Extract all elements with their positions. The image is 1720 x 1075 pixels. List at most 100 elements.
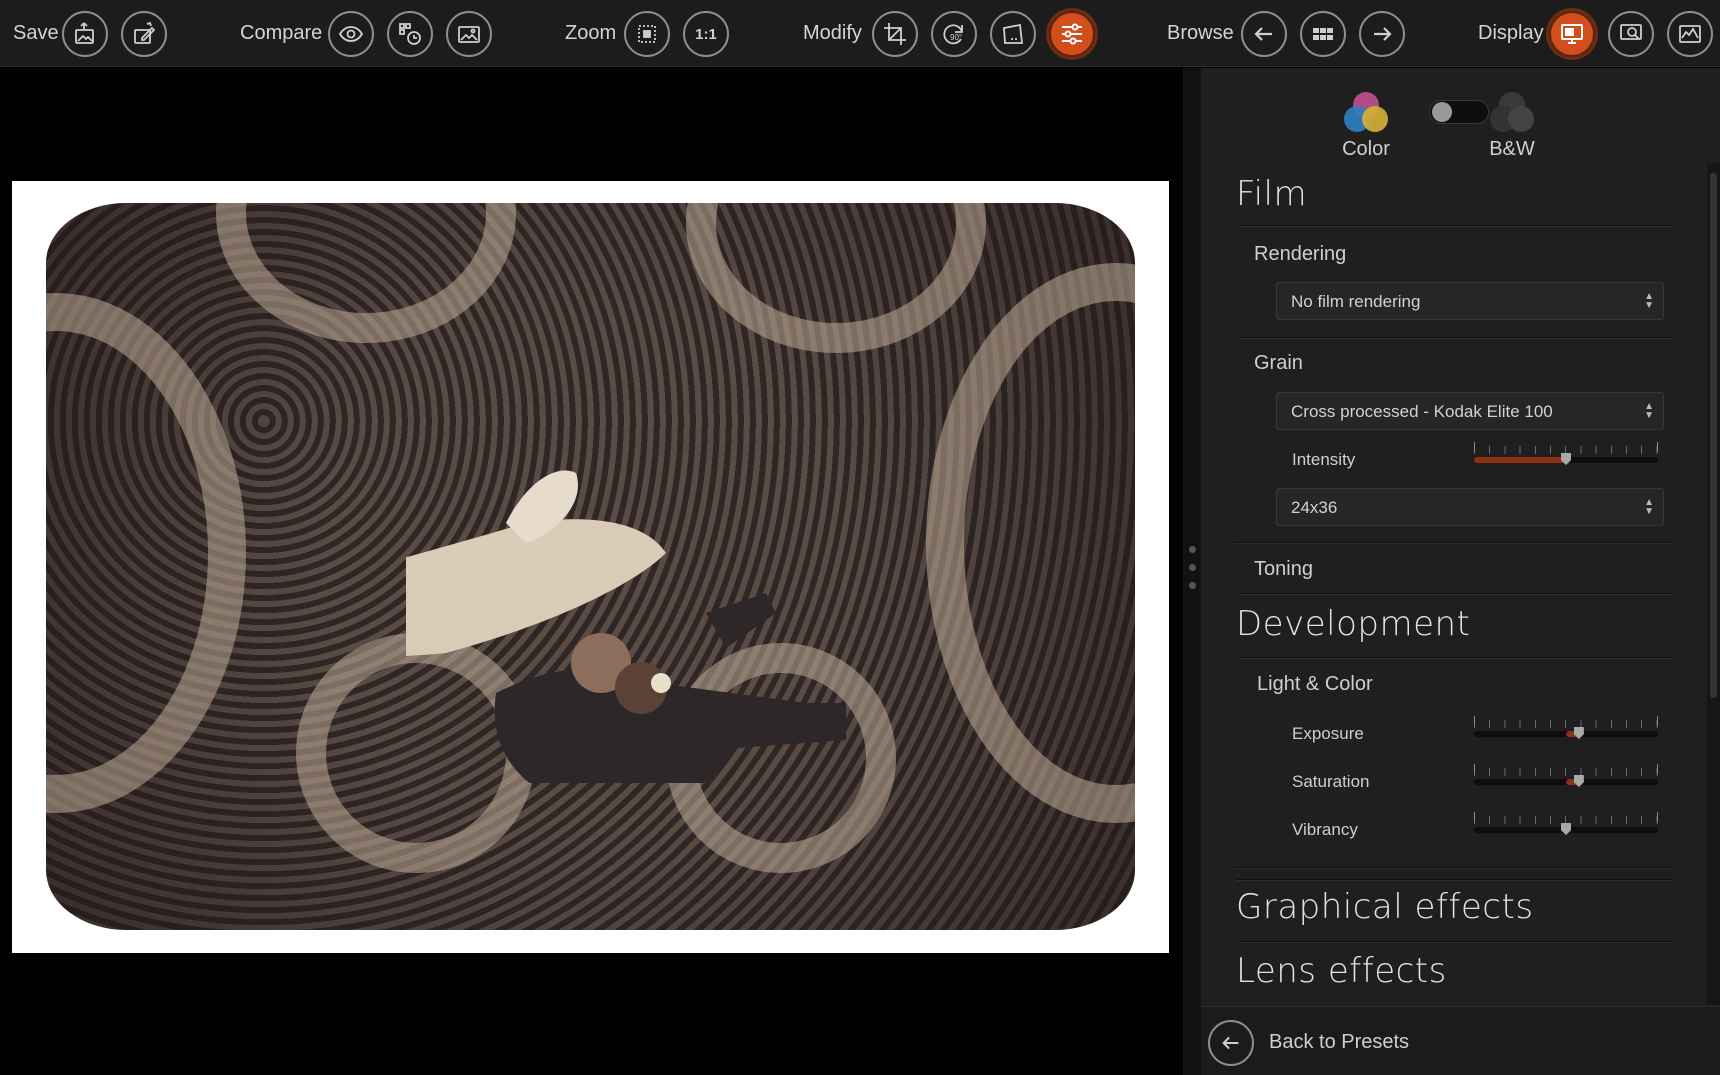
light-color-label[interactable]: Light & Color [1257, 673, 1373, 696]
export-image-icon [75, 22, 94, 44]
intensity-slider[interactable] [1474, 442, 1658, 466]
crop-button[interactable] [872, 11, 918, 57]
panel-splitter[interactable] [1183, 68, 1201, 1075]
grid-view-button[interactable] [1300, 11, 1346, 57]
divider [1236, 542, 1672, 544]
slider-handle[interactable] [1561, 823, 1571, 835]
film-format-select[interactable]: 24x36 ▲ ▼ [1276, 488, 1664, 526]
grid-icon [1313, 28, 1333, 40]
select-arrows-icon: ▲ ▼ [1644, 401, 1654, 421]
color-mode-option[interactable]: Color [1341, 92, 1391, 161]
couple-figure [406, 470, 846, 783]
adjustments-button[interactable] [1049, 11, 1095, 57]
compare-history-button[interactable] [387, 11, 433, 57]
divider [1236, 867, 1672, 869]
rendering-select[interactable]: No film rendering ▲ ▼ [1276, 282, 1664, 320]
graphical-effects-section-title[interactable]: Graphical effects [1236, 887, 1534, 927]
perspective-button[interactable] [990, 11, 1036, 57]
vibrancy-slider[interactable] [1474, 812, 1658, 836]
divider [1236, 941, 1672, 943]
preview-toggle-button[interactable] [328, 11, 374, 57]
slider-fill [1474, 457, 1566, 463]
bw-circles-icon [1489, 92, 1535, 136]
divider [1236, 337, 1672, 339]
history-grid-icon [399, 23, 421, 45]
back-to-presets-bar[interactable]: Back to Presets [1201, 1006, 1720, 1075]
toggle-knob [1432, 102, 1452, 122]
grain-select-value: Cross processed - Kodak Elite 100 [1291, 402, 1553, 421]
slider-handle[interactable] [1573, 775, 1584, 787]
saturation-slider[interactable] [1474, 764, 1658, 788]
loupe-icon [1620, 24, 1642, 40]
zoom-group-label: Zoom [565, 22, 617, 44]
image-preview-area [0, 68, 1183, 1075]
intensity-label: Intensity [1292, 450, 1356, 469]
toning-label[interactable]: Toning [1254, 558, 1313, 581]
export-edit-icon [134, 21, 156, 44]
photo-preview [46, 203, 1135, 930]
fullscreen-display-button[interactable] [1549, 11, 1595, 57]
previous-image-button[interactable] [1241, 11, 1287, 57]
divider [1236, 593, 1672, 595]
lens-effects-section-title[interactable]: Lens effects [1236, 951, 1447, 991]
exposure-slider[interactable] [1474, 716, 1658, 740]
zoom-100-label: 1:1 [695, 25, 717, 43]
divider [1236, 225, 1672, 227]
divider [1236, 657, 1672, 659]
rendering-label[interactable]: Rendering [1254, 243, 1346, 266]
monitor-icon [1561, 24, 1583, 44]
zoom-fit-button[interactable] [624, 11, 670, 57]
grain-select[interactable]: Cross processed - Kodak Elite 100 ▲ ▼ [1276, 392, 1664, 430]
scrollbar-thumb[interactable] [1710, 173, 1717, 698]
bw-mode-label: B&W [1489, 138, 1535, 160]
photo-frame [12, 181, 1169, 953]
back-button[interactable] [1208, 1020, 1254, 1066]
compare-side-button[interactable] [446, 11, 492, 57]
compare-group-label: Compare [240, 22, 323, 44]
grain-label[interactable]: Grain [1254, 352, 1303, 375]
display-group-label: Display [1478, 22, 1544, 44]
film-format-value: 24x36 [1291, 498, 1338, 517]
vibrancy-label: Vibrancy [1292, 820, 1358, 839]
top-toolbar: Save Compare Zoom 1:1 Modify 90° Browse [0, 0, 1720, 67]
images-icon [458, 26, 480, 43]
back-to-presets-label: Back to Presets [1269, 1031, 1410, 1053]
rendering-select-value: No film rendering [1291, 292, 1421, 311]
histogram-button[interactable] [1667, 11, 1713, 57]
zoom-fit-icon [638, 25, 656, 43]
saturation-label: Saturation [1292, 772, 1370, 791]
rotate-90-button[interactable]: 90° [931, 11, 977, 57]
svg-text:90°: 90° [950, 33, 962, 42]
panel-scrollbar[interactable] [1707, 163, 1720, 1005]
eye-icon [338, 26, 364, 42]
export-image-button[interactable] [62, 11, 108, 57]
arrow-right-icon [1374, 27, 1392, 41]
development-section-title[interactable]: Development [1236, 604, 1470, 644]
arrow-left-icon [1254, 27, 1272, 41]
settings-panel: Color B&W Film Rendering No film renderi… [1201, 68, 1720, 1075]
sliders-icon [1062, 23, 1082, 45]
color-circles-icon [1343, 92, 1389, 136]
save-group-label: Save [13, 22, 59, 44]
film-section-title[interactable]: Film [1236, 174, 1307, 214]
color-bw-toggle[interactable] [1429, 100, 1489, 124]
color-mode-label: Color [1342, 138, 1390, 160]
slider-handle[interactable] [1573, 727, 1584, 739]
loupe-button[interactable] [1608, 11, 1654, 57]
select-arrows-icon: ▲ ▼ [1644, 497, 1654, 517]
modify-group-label: Modify [803, 22, 862, 44]
divider [1236, 879, 1672, 881]
histogram-icon [1679, 25, 1701, 43]
bw-mode-option[interactable]: B&W [1483, 92, 1541, 161]
slider-handle[interactable] [1561, 453, 1571, 465]
zoom-100-button[interactable]: 1:1 [683, 11, 729, 57]
rotate-icon: 90° [943, 24, 963, 45]
perspective-icon [1003, 23, 1024, 44]
select-arrows-icon: ▲ ▼ [1644, 291, 1654, 311]
browse-group-label: Browse [1167, 22, 1234, 44]
arrow-left-icon [1222, 1036, 1239, 1050]
export-edit-button[interactable] [121, 11, 167, 57]
exposure-label: Exposure [1292, 724, 1364, 743]
next-image-button[interactable] [1359, 11, 1405, 57]
crop-icon [884, 23, 906, 45]
